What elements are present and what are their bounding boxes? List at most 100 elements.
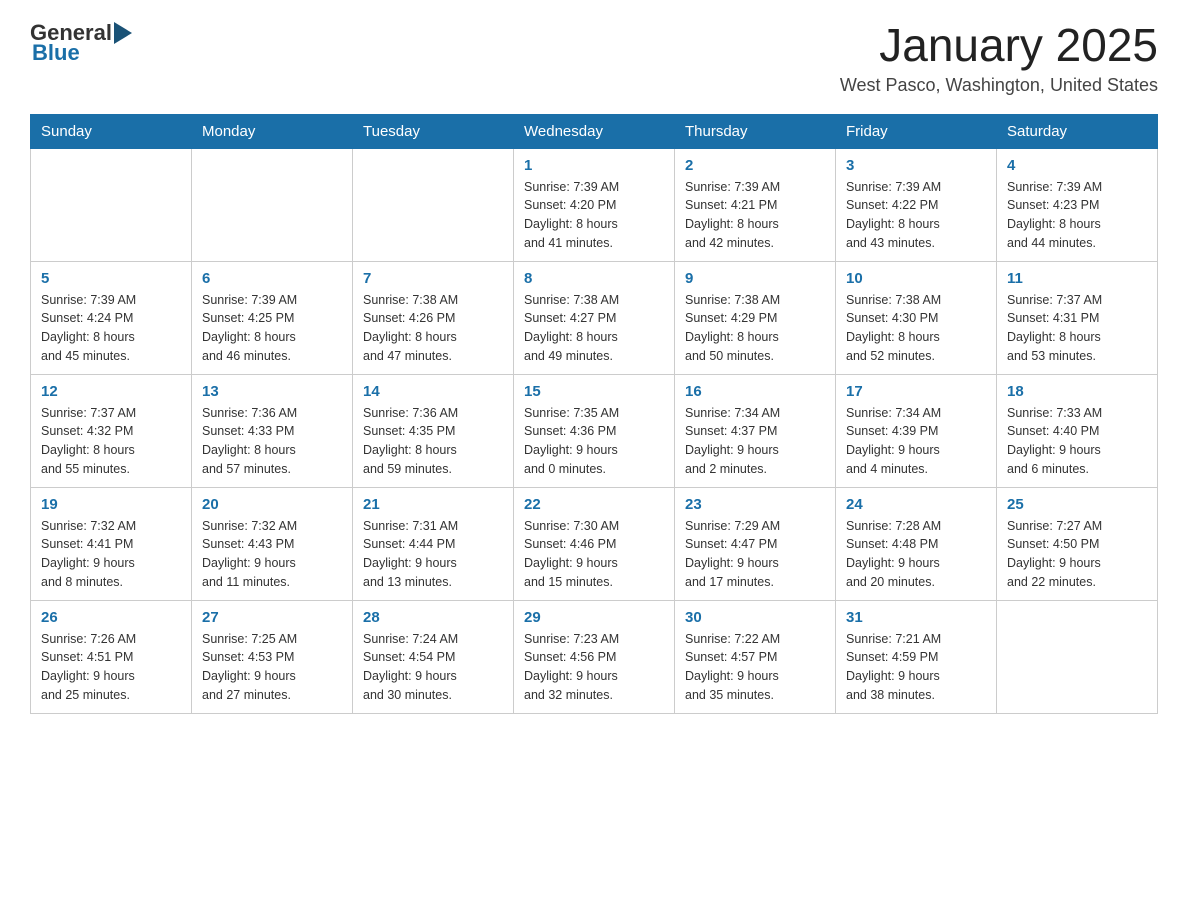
day-cell-16: 16Sunrise: 7:34 AMSunset: 4:37 PMDayligh… [675, 374, 836, 487]
day-info: Sunrise: 7:34 AMSunset: 4:39 PMDaylight:… [846, 404, 986, 479]
day-number: 15 [524, 383, 664, 400]
empty-cell [353, 148, 514, 261]
day-cell-30: 30 Sunrise: 7:22 AMSunset: 4:57 PMDayligh… [675, 600, 836, 713]
day-info: Sunrise: 7:38 AMSunset: 4:26 PMDaylight:… [363, 291, 503, 366]
header-row: SundayMondayTuesdayWednesdayThursdayFrid… [31, 114, 1158, 148]
day-cell-1: 1 Sunrise: 7:39 AMSunset: 4:20 PMDaylight… [514, 148, 675, 261]
day-info: Sunrise: 7:39 AMSunset: 4:24 PMDaylight:… [41, 291, 181, 366]
day-cell-9: 9 Sunrise: 7:38 AMSunset: 4:29 PMDaylight… [675, 261, 836, 374]
day-cell-7: 7Sunrise: 7:38 AMSunset: 4:26 PMDaylight… [353, 261, 514, 374]
page-header: General Blue January 2025 West Pasco, Wa… [30, 20, 1158, 96]
day-header-wednesday: Wednesday [514, 114, 675, 148]
day-info: Sunrise: 7:30 AMSunset: 4:46 PMDaylight:… [524, 517, 664, 592]
day-info: Sunrise: 7:39 AMSunset: 4:22 PMDaylight:… [846, 178, 986, 253]
day-number: 13 [202, 383, 342, 400]
day-header-friday: Friday [836, 114, 997, 148]
day-info: Sunrise: 7:22 AMSunset: 4:57 PMDaylight:… [685, 630, 825, 705]
day-info: Sunrise: 7:21 AMSunset: 4:59 PMDaylight:… [846, 630, 986, 705]
day-number: 17 [846, 383, 986, 400]
week-row-2: 5 Sunrise: 7:39 AMSunset: 4:24 PMDaylight… [31, 261, 1158, 374]
day-number: 4 [1007, 157, 1147, 174]
title-area: January 2025 West Pasco, Washington, Uni… [840, 20, 1158, 96]
day-cell-27: 27 Sunrise: 7:25 AMSunset: 4:53 PMDayligh… [192, 600, 353, 713]
day-cell-17: 17 Sunrise: 7:34 AMSunset: 4:39 PMDayligh… [836, 374, 997, 487]
day-number: 9 [685, 270, 825, 287]
day-info: Sunrise: 7:39 AMSunset: 4:20 PMDaylight:… [524, 178, 664, 253]
empty-cell [192, 148, 353, 261]
day-number: 27 [202, 609, 342, 626]
day-cell-20: 20Sunrise: 7:32 AMSunset: 4:43 PMDayligh… [192, 487, 353, 600]
day-header-saturday: Saturday [997, 114, 1158, 148]
day-number: 26 [41, 609, 181, 626]
day-number: 14 [363, 383, 503, 400]
day-number: 5 [41, 270, 181, 287]
logo-blue-text: Blue [32, 40, 80, 66]
day-info: Sunrise: 7:39 AMSunset: 4:21 PMDaylight:… [685, 178, 825, 253]
day-cell-3: 3 Sunrise: 7:39 AMSunset: 4:22 PMDaylight… [836, 148, 997, 261]
day-cell-8: 8 Sunrise: 7:38 AMSunset: 4:27 PMDaylight… [514, 261, 675, 374]
day-info: Sunrise: 7:32 AMSunset: 4:43 PMDaylight:… [202, 517, 342, 592]
logo-arrow-icon [114, 22, 132, 44]
day-cell-29: 29 Sunrise: 7:23 AMSunset: 4:56 PMDayligh… [514, 600, 675, 713]
day-cell-28: 28 Sunrise: 7:24 AMSunset: 4:54 PMDayligh… [353, 600, 514, 713]
day-number: 21 [363, 496, 503, 513]
day-info: Sunrise: 7:29 AMSunset: 4:47 PMDaylight:… [685, 517, 825, 592]
day-cell-11: 11 Sunrise: 7:37 AMSunset: 4:31 PMDayligh… [997, 261, 1158, 374]
day-header-sunday: Sunday [31, 114, 192, 148]
day-number: 30 [685, 609, 825, 626]
day-cell-12: 12Sunrise: 7:37 AMSunset: 4:32 PMDayligh… [31, 374, 192, 487]
day-info: Sunrise: 7:39 AMSunset: 4:25 PMDaylight:… [202, 291, 342, 366]
day-number: 19 [41, 496, 181, 513]
day-number: 31 [846, 609, 986, 626]
day-cell-10: 10Sunrise: 7:38 AMSunset: 4:30 PMDayligh… [836, 261, 997, 374]
day-cell-19: 19 Sunrise: 7:32 AMSunset: 4:41 PMDayligh… [31, 487, 192, 600]
calendar-table: SundayMondayTuesdayWednesdayThursdayFrid… [30, 114, 1158, 714]
day-cell-23: 23 Sunrise: 7:29 AMSunset: 4:47 PMDayligh… [675, 487, 836, 600]
day-info: Sunrise: 7:31 AMSunset: 4:44 PMDaylight:… [363, 517, 503, 592]
day-info: Sunrise: 7:32 AMSunset: 4:41 PMDaylight:… [41, 517, 181, 592]
day-number: 28 [363, 609, 503, 626]
day-info: Sunrise: 7:24 AMSunset: 4:54 PMDaylight:… [363, 630, 503, 705]
day-number: 24 [846, 496, 986, 513]
day-info: Sunrise: 7:37 AMSunset: 4:31 PMDaylight:… [1007, 291, 1147, 366]
day-number: 2 [685, 157, 825, 174]
day-number: 11 [1007, 270, 1147, 287]
day-cell-24: 24 Sunrise: 7:28 AMSunset: 4:48 PMDayligh… [836, 487, 997, 600]
day-number: 3 [846, 157, 986, 174]
day-cell-2: 2 Sunrise: 7:39 AMSunset: 4:21 PMDaylight… [675, 148, 836, 261]
day-info: Sunrise: 7:36 AMSunset: 4:35 PMDaylight:… [363, 404, 503, 479]
day-info: Sunrise: 7:26 AMSunset: 4:51 PMDaylight:… [41, 630, 181, 705]
day-info: Sunrise: 7:38 AMSunset: 4:27 PMDaylight:… [524, 291, 664, 366]
day-number: 18 [1007, 383, 1147, 400]
day-info: Sunrise: 7:25 AMSunset: 4:53 PMDaylight:… [202, 630, 342, 705]
day-info: Sunrise: 7:27 AMSunset: 4:50 PMDaylight:… [1007, 517, 1147, 592]
calendar-title: January 2025 [840, 20, 1158, 71]
day-cell-4: 4Sunrise: 7:39 AMSunset: 4:23 PMDaylight… [997, 148, 1158, 261]
day-header-monday: Monday [192, 114, 353, 148]
day-header-tuesday: Tuesday [353, 114, 514, 148]
week-row-1: 1 Sunrise: 7:39 AMSunset: 4:20 PMDaylight… [31, 148, 1158, 261]
day-info: Sunrise: 7:34 AMSunset: 4:37 PMDaylight:… [685, 404, 825, 479]
day-cell-14: 14 Sunrise: 7:36 AMSunset: 4:35 PMDayligh… [353, 374, 514, 487]
day-info: Sunrise: 7:35 AMSunset: 4:36 PMDaylight:… [524, 404, 664, 479]
day-cell-31: 31 Sunrise: 7:21 AMSunset: 4:59 PMDayligh… [836, 600, 997, 713]
day-info: Sunrise: 7:38 AMSunset: 4:30 PMDaylight:… [846, 291, 986, 366]
day-number: 1 [524, 157, 664, 174]
day-number: 6 [202, 270, 342, 287]
day-info: Sunrise: 7:28 AMSunset: 4:48 PMDaylight:… [846, 517, 986, 592]
day-number: 29 [524, 609, 664, 626]
day-number: 8 [524, 270, 664, 287]
day-number: 23 [685, 496, 825, 513]
logo: General Blue [30, 20, 132, 66]
day-number: 25 [1007, 496, 1147, 513]
week-row-4: 19 Sunrise: 7:32 AMSunset: 4:41 PMDayligh… [31, 487, 1158, 600]
day-cell-25: 25 Sunrise: 7:27 AMSunset: 4:50 PMDayligh… [997, 487, 1158, 600]
empty-cell [997, 600, 1158, 713]
day-cell-18: 18 Sunrise: 7:33 AMSunset: 4:40 PMDayligh… [997, 374, 1158, 487]
day-info: Sunrise: 7:33 AMSunset: 4:40 PMDaylight:… [1007, 404, 1147, 479]
day-cell-6: 6 Sunrise: 7:39 AMSunset: 4:25 PMDaylight… [192, 261, 353, 374]
day-info: Sunrise: 7:23 AMSunset: 4:56 PMDaylight:… [524, 630, 664, 705]
day-info: Sunrise: 7:38 AMSunset: 4:29 PMDaylight:… [685, 291, 825, 366]
day-number: 12 [41, 383, 181, 400]
day-info: Sunrise: 7:36 AMSunset: 4:33 PMDaylight:… [202, 404, 342, 479]
